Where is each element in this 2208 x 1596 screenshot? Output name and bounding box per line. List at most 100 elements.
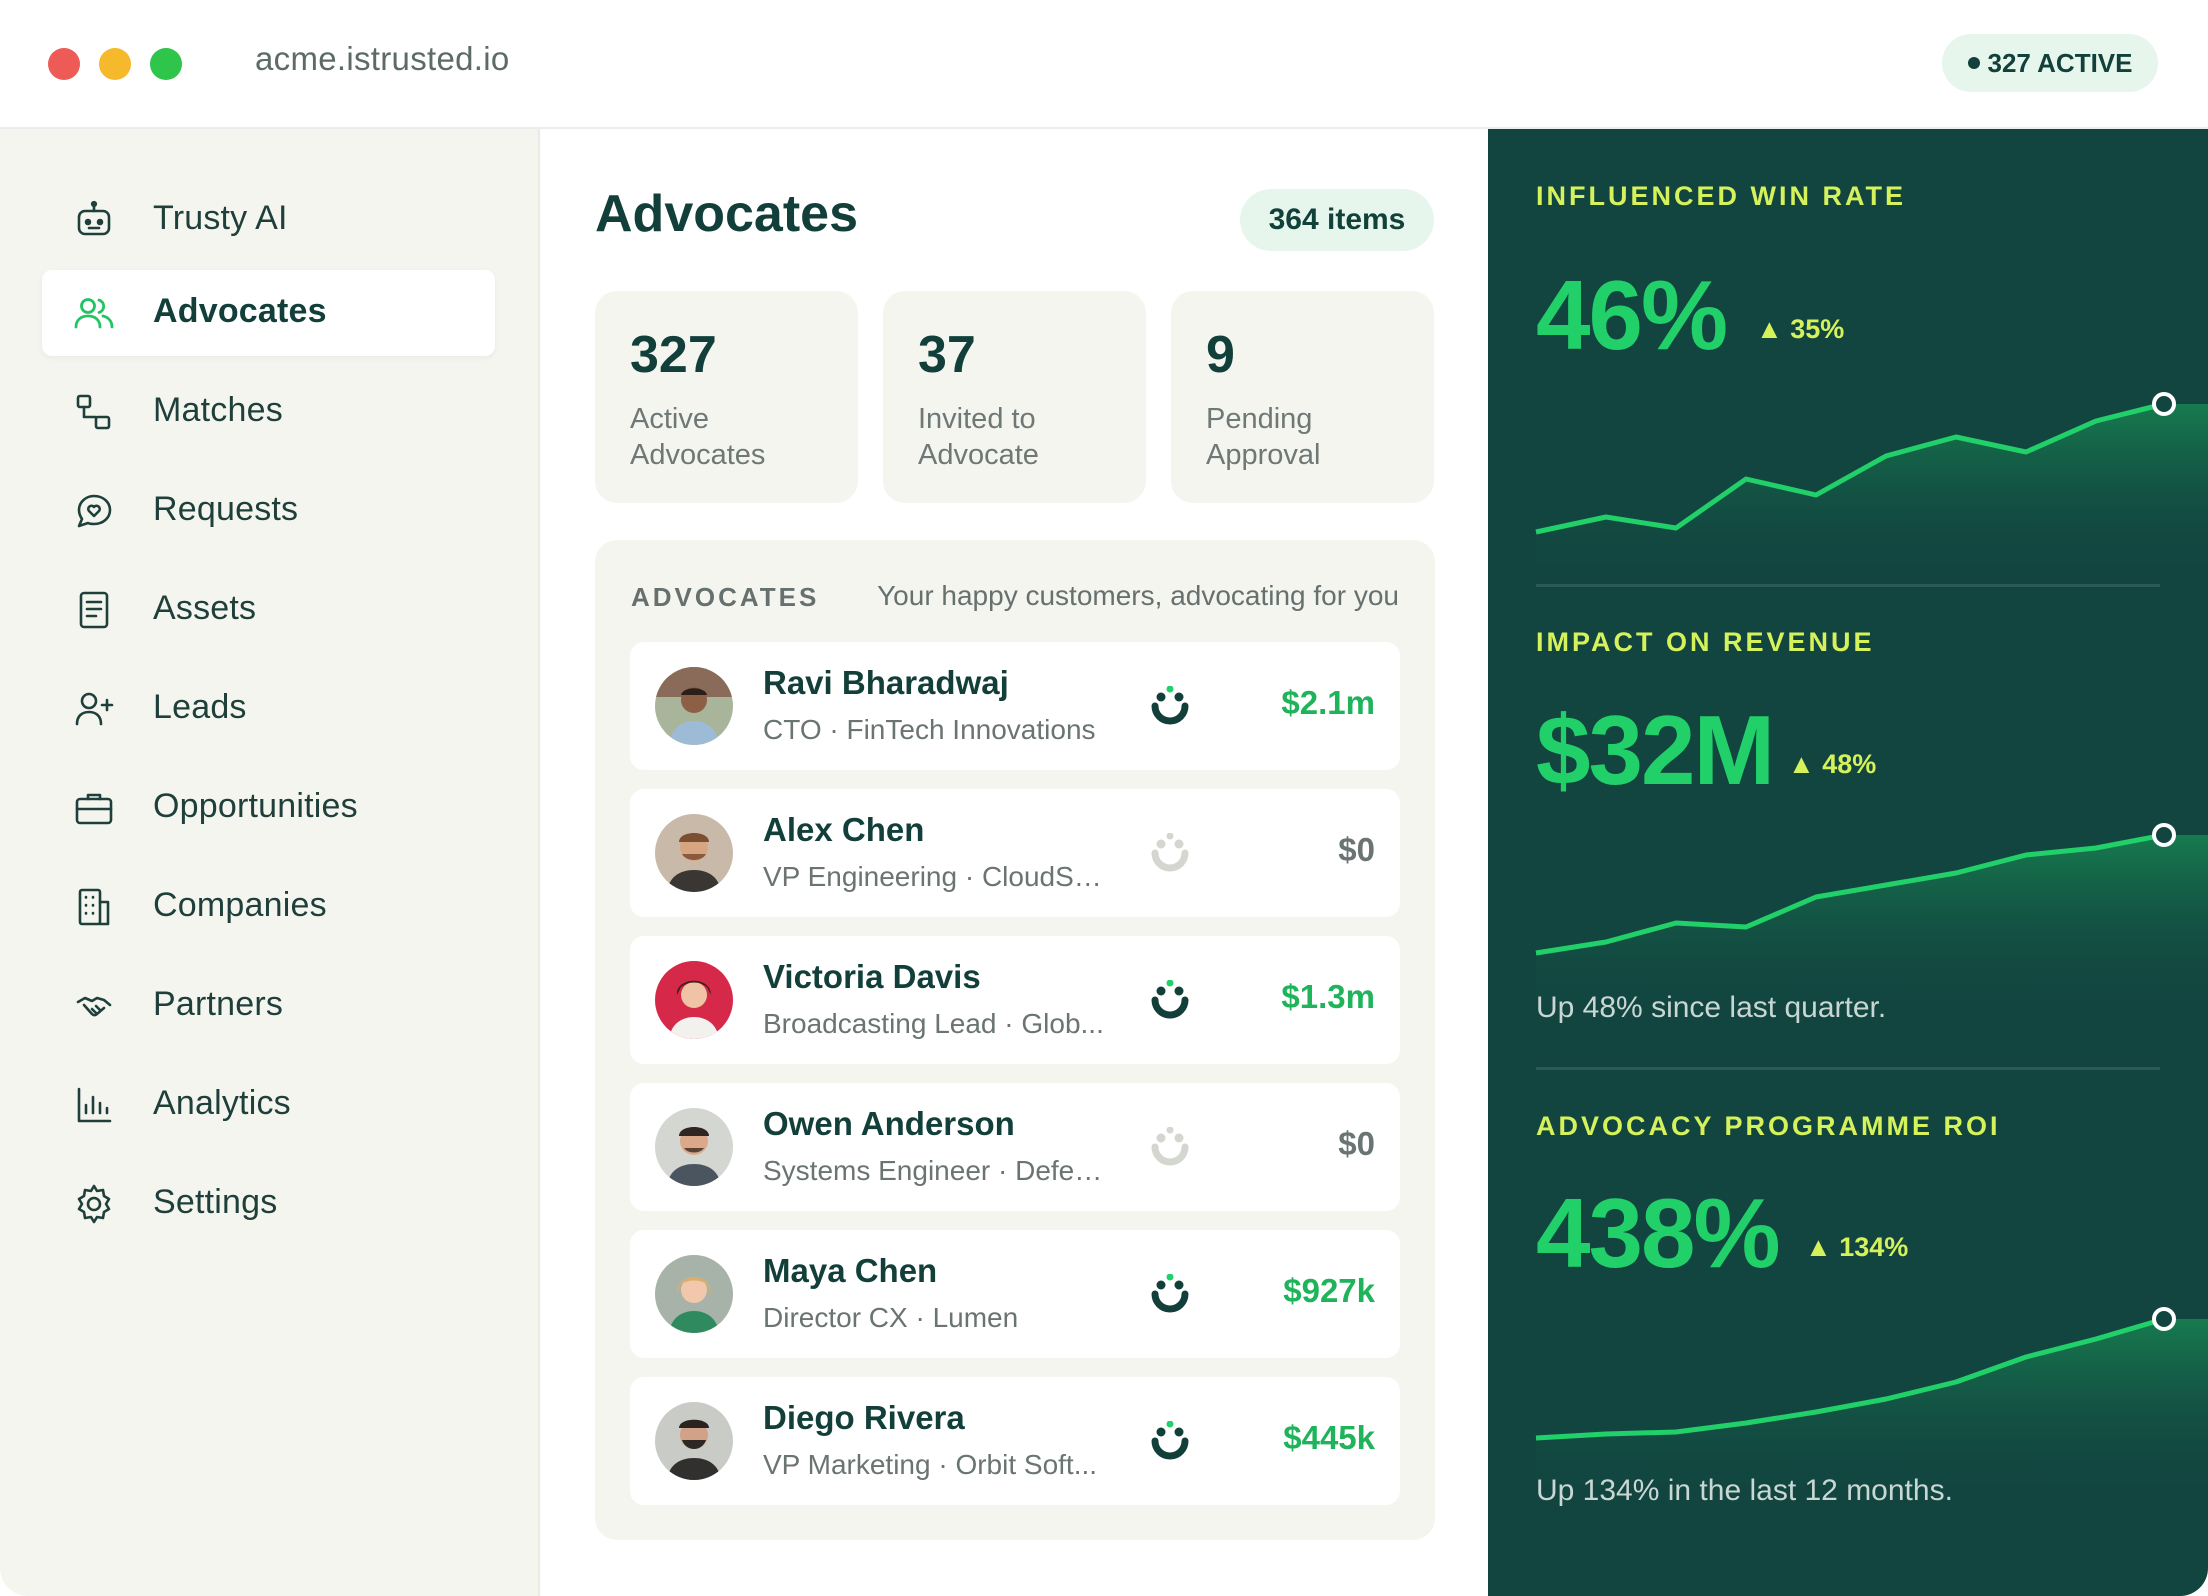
sidebar-item-label: Companies [153,886,327,924]
sidebar-item-label: Requests [153,490,299,528]
advocate-name: Owen Anderson [763,1105,1015,1142]
active-status-label: 327 ACTIVE [1987,47,2133,78]
smile-icon [1150,1421,1190,1461]
page-title: Advocates [595,185,858,243]
sidebar-item-analytics[interactable]: Analytics [42,1062,495,1148]
sidebar-item-opportunities[interactable]: Opportunities [42,765,495,851]
briefcase-icon [72,786,116,830]
avatar [655,814,733,892]
up-arrow-icon: ▲ [1788,749,1815,779]
sidebar-item-label: Settings [153,1183,278,1221]
sidebar-item-label: Analytics [153,1084,291,1122]
sidebar-item-companies[interactable]: Companies [42,864,495,950]
stat-card-pending[interactable]: 9 Pending Approval [1171,291,1434,503]
sidebar-item-leads[interactable]: Leads [42,666,495,752]
stat-card-invited[interactable]: 37 Invited to Advocate [883,291,1146,503]
document-icon [72,588,116,632]
kpi-delta-value: 134% [1839,1232,1909,1262]
sidebar-item-advocates[interactable]: Advocates [42,270,495,356]
app-window: acme.istrusted.io 327 ACTIVE Trusty AI A… [0,0,2208,1596]
sidebar-item-label: Matches [153,391,283,429]
handshake-icon [72,984,116,1028]
avatar [655,961,733,1039]
kpi-label: IMPACT ON REVENUE [1536,627,1875,657]
advocate-role: CTO · FinTech Innovations [763,714,1096,745]
advocate-role: Systems Engineer · Defen... [763,1155,1108,1186]
kpi-note: Up 134% in the last 12 months. [1536,1474,1953,1507]
kpi-delta-value: 35% [1790,314,1845,344]
kpi-divider [1536,584,2160,587]
advocate-role: Director CX · Lumen [763,1302,1019,1333]
advocate-role: VP Marketing · Orbit Soft... [763,1449,1098,1480]
advocate-name: Ravi Bharadwaj [763,664,1009,701]
avatar [655,1402,733,1480]
smile-icon [1150,833,1190,873]
sidebar-item-settings[interactable]: Settings [42,1161,495,1247]
advocate-value: $927k [1283,1272,1375,1309]
advocate-value: $2.1m [1281,684,1375,721]
advocate-row[interactable]: Victoria Davis Broadcasting Lead · Glob.… [630,936,1400,1064]
avatar [655,1255,733,1333]
advocate-name: Victoria Davis [763,958,981,995]
advocate-row[interactable]: Diego Rivera VP Marketing · Orbit Soft..… [630,1377,1400,1505]
kpi-panel: INFLUENCED WIN RATE 46% ▲ 35% IMPACT ON … [1488,129,2208,1596]
gear-icon [72,1182,116,1226]
smile-icon [1150,980,1190,1020]
kpi-label: ADVOCACY PROGRAMME ROI [1536,1111,2001,1141]
items-count-badge: 364 items [1240,189,1434,251]
advocate-row[interactable]: Maya Chen Director CX · Lumen $927k [630,1230,1400,1358]
advocate-value: $445k [1283,1419,1375,1456]
smile-icon [1150,686,1190,726]
sidebar-item-partners[interactable]: Partners [42,963,495,1049]
kpi-delta: ▲ 134% [1805,1232,1908,1263]
sidebar-item-label: Advocates [153,292,327,330]
match-icon [72,390,116,434]
advocate-row[interactable]: Owen Anderson Systems Engineer · Defen..… [630,1083,1400,1211]
kpi-value: 46% [1536,260,1728,370]
advocate-value: $0 [1338,831,1375,868]
advocate-name: Alex Chen [763,811,925,848]
stat-label: Pending Approval [1206,403,1321,471]
status-dot-icon [1967,57,1980,69]
stat-label: Active Advocates [630,403,766,471]
kpi-label: INFLUENCED WIN RATE [1536,181,1906,211]
advocate-role: VP Engineering · CloudSc... [763,861,1108,892]
advocates-list-panel: ADVOCATES Your happy customers, advocati… [595,540,1435,1540]
minimize-window-button[interactable] [99,48,131,80]
main-content: Advocates 364 items 327 Active Advocates… [540,129,1487,1596]
sidebar-item-trusty-ai[interactable]: Trusty AI [42,177,495,263]
sparkline-win-rate [1535,392,2208,579]
up-arrow-icon: ▲ [1805,1232,1832,1262]
building-icon [72,885,116,929]
chat-heart-icon [72,489,116,533]
sidebar-item-label: Leads [153,688,247,726]
close-window-button[interactable] [48,48,80,80]
address-url[interactable]: acme.istrusted.io [255,40,510,78]
sidebar-item-matches[interactable]: Matches [42,369,495,455]
kpi-divider [1536,1067,2160,1070]
list-subtitle: Your happy customers, advocating for you [877,580,1399,611]
stat-value: 327 [630,326,717,384]
stat-card-active[interactable]: 327 Active Advocates [595,291,858,503]
kpi-delta-value: 48% [1822,749,1877,779]
advocate-row[interactable]: Ravi Bharadwaj CTO · FinTech Innovations… [630,642,1400,770]
sidebar-item-label: Partners [153,985,284,1023]
users-icon [72,291,116,335]
sidebar-item-requests[interactable]: Requests [42,468,495,554]
stat-value: 37 [918,326,976,384]
maximize-window-button[interactable] [150,48,182,80]
kpi-delta: ▲ 48% [1788,749,1876,780]
sidebar-item-assets[interactable]: Assets [42,567,495,653]
sidebar: Trusty AI Advocates Matches Requests Ass… [0,129,540,1596]
active-status-badge: 327 ACTIVE [1942,34,2158,92]
advocate-row[interactable]: Alex Chen VP Engineering · CloudSc... $0 [630,789,1400,917]
advocate-value: $0 [1338,1125,1375,1162]
advocate-name: Diego Rivera [763,1399,965,1436]
advocate-role: Broadcasting Lead · Glob... [763,1008,1104,1039]
sidebar-item-label: Opportunities [153,787,358,825]
sidebar-item-label: Assets [153,589,257,627]
sparkline-roi [1535,1307,2208,1499]
sparkline-revenue [1535,823,2208,1015]
smile-icon [1150,1127,1190,1167]
kpi-value: $32M [1536,695,1775,805]
